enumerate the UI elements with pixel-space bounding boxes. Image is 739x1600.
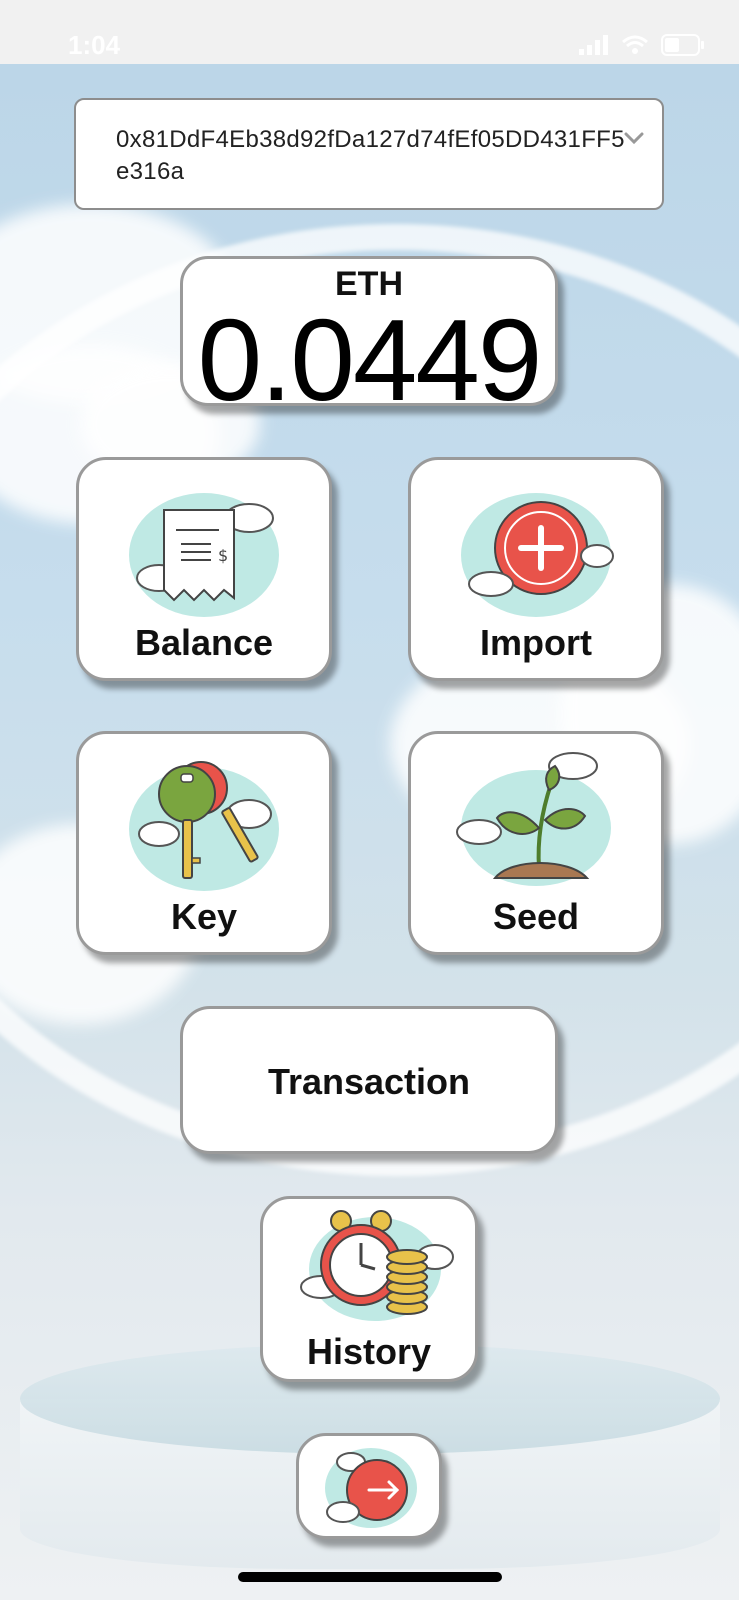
signal-icon bbox=[579, 35, 608, 55]
account-address: 0x81DdF4Eb38d92fDa127d74fEf05DD431FF5e31… bbox=[116, 126, 625, 185]
balance-button[interactable]: $ Balance bbox=[76, 457, 332, 681]
logout-button[interactable] bbox=[296, 1433, 442, 1539]
clock-coins-icon bbox=[300, 1210, 454, 1321]
balance-label: Balance bbox=[134, 622, 274, 663]
import-button[interactable]: Import bbox=[408, 457, 664, 681]
arrow-right-circle-icon bbox=[325, 1448, 417, 1528]
seed-button[interactable]: Seed bbox=[408, 731, 664, 955]
transaction-label: Transaction bbox=[267, 1061, 471, 1102]
key-button[interactable]: Key bbox=[76, 731, 332, 955]
status-bar: 1:04 bbox=[0, 0, 739, 64]
key-label: Key bbox=[170, 896, 238, 937]
sprout-icon bbox=[456, 752, 611, 886]
chevron-down-icon bbox=[624, 132, 644, 145]
add-circle-icon bbox=[461, 493, 614, 617]
wifi-icon bbox=[622, 35, 648, 54]
home-indicator bbox=[238, 1572, 502, 1582]
import-label: Import bbox=[480, 622, 592, 663]
balance-value: 0.0449 bbox=[197, 295, 543, 425]
history-label: History bbox=[306, 1331, 432, 1372]
svg-text:$: $ bbox=[218, 546, 228, 565]
account-selector[interactable]: 0x81DdF4Eb38d92fDa127d74fEf05DD431FF5e31… bbox=[74, 98, 664, 210]
battery-icon bbox=[661, 34, 704, 56]
balance-display: ETH 0.0449 bbox=[180, 256, 558, 425]
receipt-icon: $ bbox=[129, 493, 279, 617]
keys-icon bbox=[129, 761, 279, 891]
transaction-button[interactable]: Transaction bbox=[180, 1006, 558, 1154]
status-time: 1:04 bbox=[68, 30, 121, 60]
seed-label: Seed bbox=[492, 896, 580, 937]
status-icons bbox=[579, 34, 705, 56]
history-button[interactable]: History bbox=[260, 1196, 478, 1382]
